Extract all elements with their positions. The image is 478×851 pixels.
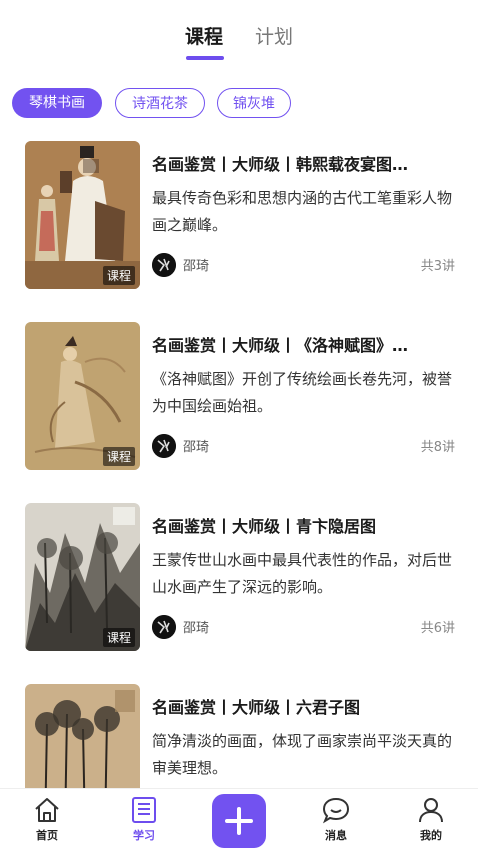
course-description: 《洛神赋图》开创了传统绘画长卷先河，被誉为中国绘画始祖。 [152, 370, 453, 415]
author-name: 邵琦 [183, 621, 210, 636]
course-title[interactable]: 名画鉴赏丨大师级丨韩熙载夜宴图… [152, 151, 452, 175]
nav-home-label: 首页 [36, 829, 58, 842]
tab-courses[interactable]: 课程 [185, 22, 223, 49]
course-description: 简净清淡的画面，体现了画家崇尚平淡天真的审美理想。 [152, 732, 453, 777]
nav-messages-label: 消息 [325, 829, 347, 842]
course-thumbnail [25, 684, 140, 788]
author-avatar [152, 434, 176, 458]
course-card[interactable]: 课程 名画鉴赏丨大师级丨韩熙载夜宴图… 最具传奇色彩和思想内涵的古代工笔重彩人物… [25, 141, 455, 291]
course-description: 最具传奇色彩和思想内涵的古代工笔重彩人物画之巅峰。 [152, 189, 453, 234]
course-card[interactable]: 名画鉴赏丨大师级丨六君子图 简净清淡的画面，体现了画家崇尚平淡天真的审美理想。 [25, 684, 455, 788]
course-card[interactable]: 课程 名画鉴赏丨大师级丨青卞隐居图 王蒙传世山水画中最具代表性的作品，对后世山水… [25, 503, 455, 653]
chip-jinhuidui[interactable]: 锦灰堆 [217, 88, 291, 118]
author-name: 邵琦 [183, 259, 210, 274]
top-tabs: 课程 计划 [0, 22, 478, 62]
author-name: 邵琦 [183, 440, 210, 455]
book-list-icon [129, 795, 159, 825]
bottom-navigation: 首页 学习 消息 我的 [0, 788, 478, 851]
nav-home[interactable]: 首页 [17, 795, 77, 843]
nav-messages[interactable]: 消息 [306, 795, 366, 843]
nav-study-label: 学习 [133, 829, 155, 842]
course-title[interactable]: 名画鉴赏丨大师级丨《洛神赋图》… [152, 332, 452, 356]
course-description: 王蒙传世山水画中最具代表性的作品，对后世山水画产生了深远的影响。 [152, 551, 453, 596]
course-card[interactable]: 课程 名画鉴赏丨大师级丨《洛神赋图》… 《洛神赋图》开创了传统绘画长卷先河，被誉… [25, 322, 455, 472]
nav-mine[interactable]: 我的 [401, 795, 461, 843]
chat-icon [321, 795, 351, 825]
active-tab-indicator [186, 56, 224, 60]
thumbnail-tag: 课程 [102, 628, 135, 647]
course-thumbnail: 课程 [25, 322, 140, 470]
course-thumbnail: 课程 [25, 503, 140, 651]
add-button[interactable] [212, 794, 266, 848]
thumbnail-tag: 课程 [102, 447, 135, 466]
chip-shijiu-huacha[interactable]: 诗酒花茶 [115, 88, 205, 118]
plus-icon [225, 807, 253, 835]
home-icon [32, 795, 62, 825]
user-icon [416, 795, 446, 825]
lesson-count: 共3讲 [420, 259, 455, 274]
chip-qinqi-shuhua[interactable]: 琴棋书画 [12, 88, 102, 118]
author-avatar [152, 253, 176, 277]
tab-plan[interactable]: 计划 [255, 22, 293, 49]
lesson-count: 共8讲 [420, 440, 455, 455]
course-title[interactable]: 名画鉴赏丨大师级丨青卞隐居图 [152, 513, 452, 537]
nav-mine-label: 我的 [420, 829, 442, 842]
lesson-count: 共6讲 [420, 621, 455, 636]
nav-study[interactable]: 学习 [114, 795, 174, 843]
thumbnail-tag: 课程 [102, 266, 135, 285]
course-title[interactable]: 名画鉴赏丨大师级丨六君子图 [152, 694, 452, 718]
author-avatar [152, 615, 176, 639]
course-thumbnail: 课程 [25, 141, 140, 289]
